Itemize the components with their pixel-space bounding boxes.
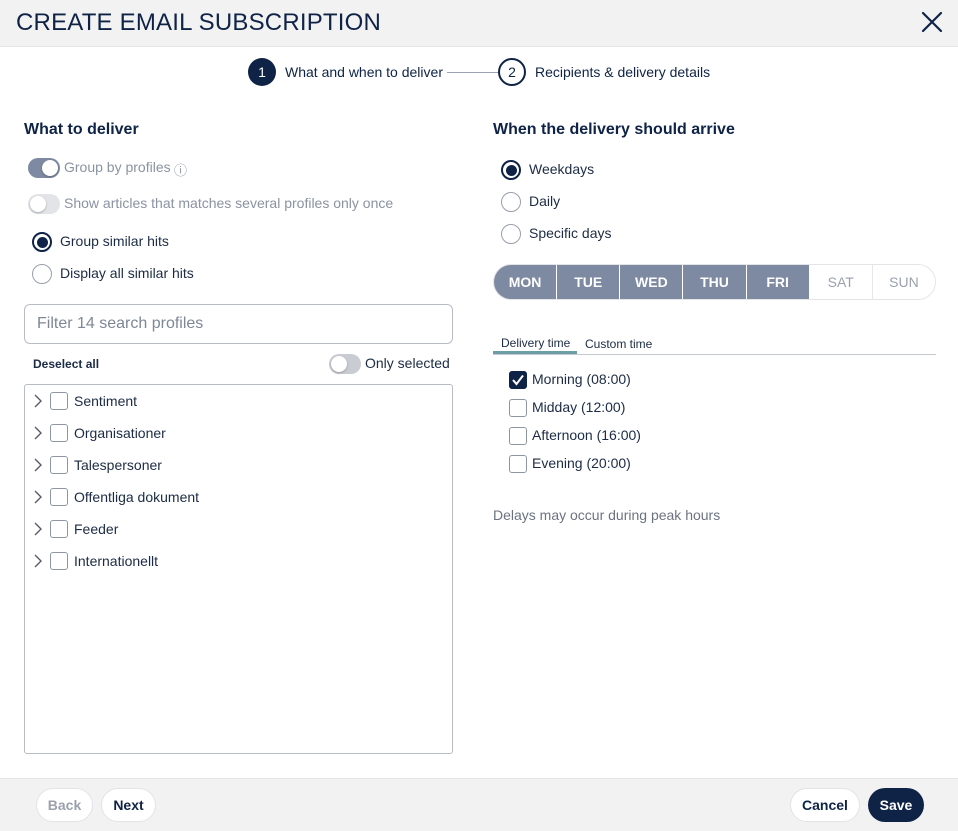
tree-item-label: Talespersoner [74, 457, 162, 473]
tree-item-talespersoner[interactable]: Talespersoner [25, 453, 162, 477]
specific-days-radio[interactable] [501, 224, 521, 244]
display-all-radio[interactable] [32, 264, 52, 284]
only-selected-toggle[interactable] [329, 354, 361, 374]
tree-item-checkbox[interactable] [50, 424, 68, 442]
info-icon[interactable]: ⓘ [174, 160, 187, 179]
group-similar-label: Group similar hits [60, 233, 169, 249]
cancel-button[interactable]: Cancel [790, 788, 860, 822]
tab-custom-time[interactable]: Custom time [585, 337, 652, 351]
day-tue[interactable]: TUE [557, 265, 621, 299]
day-mon[interactable]: MON [494, 265, 558, 299]
day-thu[interactable]: THU [683, 265, 747, 299]
chevron-right-icon[interactable] [33, 394, 43, 408]
profiles-tree: Sentiment Organisationer Talespersoner O… [24, 384, 453, 754]
active-tab-indicator [493, 351, 577, 354]
tree-item-checkbox[interactable] [50, 520, 68, 538]
chevron-right-icon[interactable] [33, 490, 43, 504]
tree-item-internationellt[interactable]: Internationellt [25, 549, 158, 573]
checkmark-icon [512, 374, 524, 386]
tree-item-checkbox[interactable] [50, 552, 68, 570]
midday-checkbox[interactable] [509, 399, 527, 417]
chevron-right-icon[interactable] [33, 426, 43, 440]
day-selector: MON TUE WED THU FRI SAT SUN [493, 264, 936, 300]
weekdays-label: Weekdays [529, 161, 595, 177]
step-2-label: Recipients & delivery details [535, 64, 711, 80]
back-button[interactable]: Back [36, 788, 93, 822]
display-all-label: Display all similar hits [60, 265, 194, 281]
next-button[interactable]: Next [101, 788, 156, 822]
day-fri[interactable]: FRI [746, 265, 810, 299]
tree-item-offentliga-dokument[interactable]: Offentliga dokument [25, 485, 199, 509]
toggle-knob [42, 160, 58, 176]
tree-item-label: Internationellt [74, 553, 159, 569]
only-selected-label: Only selected [365, 355, 450, 371]
step-2-number: 2 [498, 58, 526, 86]
what-to-deliver-heading: What to deliver [24, 121, 139, 138]
daily-label: Daily [529, 193, 561, 209]
weekdays-radio[interactable] [501, 160, 521, 180]
evening-checkbox[interactable] [509, 455, 527, 473]
chevron-right-icon[interactable] [33, 458, 43, 472]
filter-profiles-input[interactable] [24, 304, 453, 344]
day-wed[interactable]: WED [620, 265, 684, 299]
stepper-connector [447, 72, 499, 73]
day-sun[interactable]: SUN [872, 265, 935, 299]
chevron-right-icon[interactable] [33, 554, 43, 568]
afternoon-checkbox[interactable] [509, 427, 527, 445]
day-sat[interactable]: SAT [809, 265, 873, 299]
tree-item-feeder[interactable]: Feeder [25, 517, 118, 541]
morning-label: Morning (08:00) [532, 371, 631, 387]
step-1-number: 1 [248, 58, 276, 86]
step-1-label: What and when to deliver [285, 64, 443, 80]
tabs-divider [493, 354, 936, 355]
delivery-delay-note: Delays may occur during peak hours [493, 507, 721, 523]
afternoon-label: Afternoon (16:00) [532, 427, 641, 443]
daily-radio[interactable] [501, 192, 521, 212]
tree-item-label: Feeder [74, 521, 119, 537]
tree-item-label: Offentliga dokument [74, 489, 200, 505]
midday-label: Midday (12:00) [532, 399, 626, 415]
show-once-toggle[interactable] [28, 194, 60, 214]
tree-item-checkbox[interactable] [50, 392, 68, 410]
morning-checkbox[interactable] [509, 371, 527, 389]
when-delivery-heading: When the delivery should arrive [493, 121, 735, 138]
evening-label: Evening (20:00) [532, 455, 631, 471]
specific-days-label: Specific days [529, 225, 612, 241]
group-by-profiles-label: Group by profiles [64, 159, 171, 175]
show-once-label: Show articles that matches several profi… [64, 195, 394, 211]
dialog-title: CREATE EMAIL SUBSCRIPTION [16, 9, 382, 36]
toggle-knob [331, 356, 347, 372]
close-icon[interactable] [920, 10, 944, 34]
tree-item-label: Sentiment [74, 393, 138, 409]
tree-item-checkbox[interactable] [50, 456, 68, 474]
save-button[interactable]: Save [868, 788, 924, 822]
group-similar-radio[interactable] [32, 232, 52, 252]
tree-item-label: Organisationer [74, 425, 166, 441]
toggle-knob [30, 196, 46, 212]
tree-item-organisationer[interactable]: Organisationer [25, 421, 166, 445]
dialog-header: CREATE EMAIL SUBSCRIPTION [0, 0, 958, 47]
step-1[interactable]: 1 What and when to deliver [248, 58, 443, 86]
chevron-right-icon[interactable] [33, 522, 43, 536]
tree-item-sentiment[interactable]: Sentiment [25, 389, 137, 413]
tree-item-checkbox[interactable] [50, 488, 68, 506]
deselect-all-link[interactable]: Deselect all [33, 357, 99, 371]
group-by-profiles-toggle[interactable] [28, 158, 60, 178]
tab-delivery-time[interactable]: Delivery time [501, 336, 570, 350]
step-2[interactable]: 2 Recipients & delivery details [498, 58, 710, 86]
